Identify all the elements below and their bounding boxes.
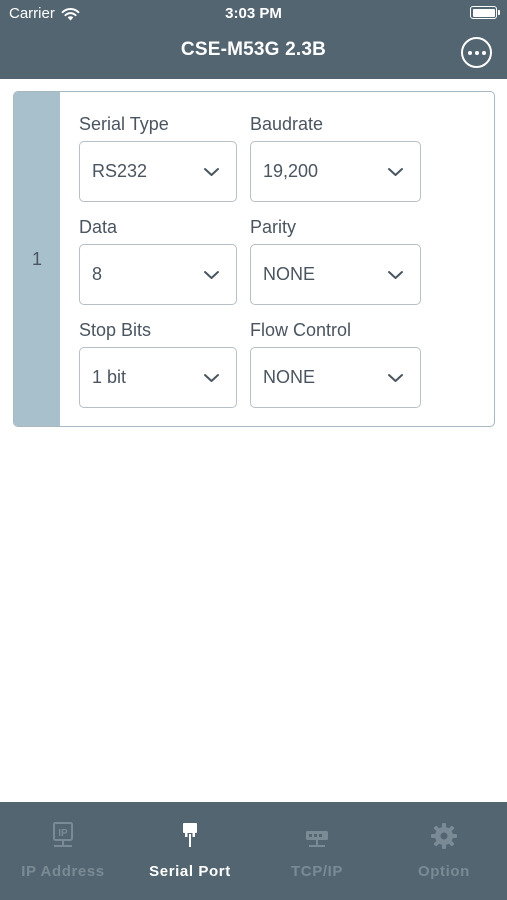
tab-label: TCP/IP [291, 863, 343, 880]
top-bar: Carrier 3:03 PM CSE-M53G 2.3B [0, 0, 507, 79]
tab-label: Serial Port [149, 863, 231, 880]
baudrate-select[interactable]: 19,200 [250, 141, 421, 202]
data-bits-select[interactable]: 8 [79, 244, 237, 305]
flow-control-value: NONE [263, 367, 316, 387]
chevron-down-icon [204, 374, 219, 382]
chevron-down-icon [388, 374, 403, 382]
stop-bits-select[interactable]: 1 bit [79, 347, 237, 408]
baudrate-label: Baudrate [250, 114, 324, 134]
ellipsis-circle-icon [467, 50, 472, 55]
serial-type-select[interactable]: RS232 [79, 141, 237, 202]
tab-tcp-ip[interactable]: TCP/IP [254, 802, 380, 900]
stop-bits-value: 1 bit [92, 367, 127, 387]
chevron-down-icon [388, 271, 403, 279]
data-bits-value: 8 [92, 264, 103, 284]
serial-type-label: Serial Type [79, 114, 169, 134]
flow-control-select[interactable]: NONE [250, 347, 421, 408]
chevron-down-icon [388, 168, 403, 176]
chevron-down-icon [204, 271, 219, 279]
battery-icon [470, 6, 500, 19]
tab-label: IP Address [21, 863, 105, 880]
svg-text:IP: IP [58, 828, 68, 839]
tab-serial-port[interactable]: Serial Port [127, 802, 253, 900]
parity-label: Parity [250, 217, 297, 237]
data-bits-label: Data [79, 217, 118, 237]
parity-select[interactable]: NONE [250, 244, 421, 305]
tab-option[interactable]: Option [381, 802, 507, 900]
clock: 3:03 PM [225, 5, 282, 22]
tab-label: Option [418, 863, 470, 880]
ip-address-icon: IP [53, 822, 73, 847]
serial-port-icon [183, 823, 197, 847]
tab-ip-address[interactable]: IP IP Address [0, 802, 126, 900]
chevron-down-icon [204, 168, 219, 176]
page-title: CSE-M53G 2.3B [180, 39, 327, 60]
stop-bits-label: Stop Bits [79, 320, 152, 340]
status-bar: Carrier 3:03 PM [0, 0, 507, 28]
parity-value: NONE [263, 264, 316, 284]
baudrate-value: 19,200 [263, 161, 319, 181]
serial-port-card: 1 Serial Type RS232 Baudrate 19,200 Data… [13, 91, 495, 427]
serial-type-value: RS232 [92, 161, 148, 181]
flow-control-label: Flow Control [250, 320, 352, 340]
tcp-ip-icon [306, 831, 328, 847]
tab-bar: IP IP Address Serial Port TCP/IP Option [0, 802, 507, 900]
more-options-button[interactable] [461, 37, 492, 68]
gear-icon [431, 823, 457, 849]
port-index: 1 [14, 92, 60, 426]
